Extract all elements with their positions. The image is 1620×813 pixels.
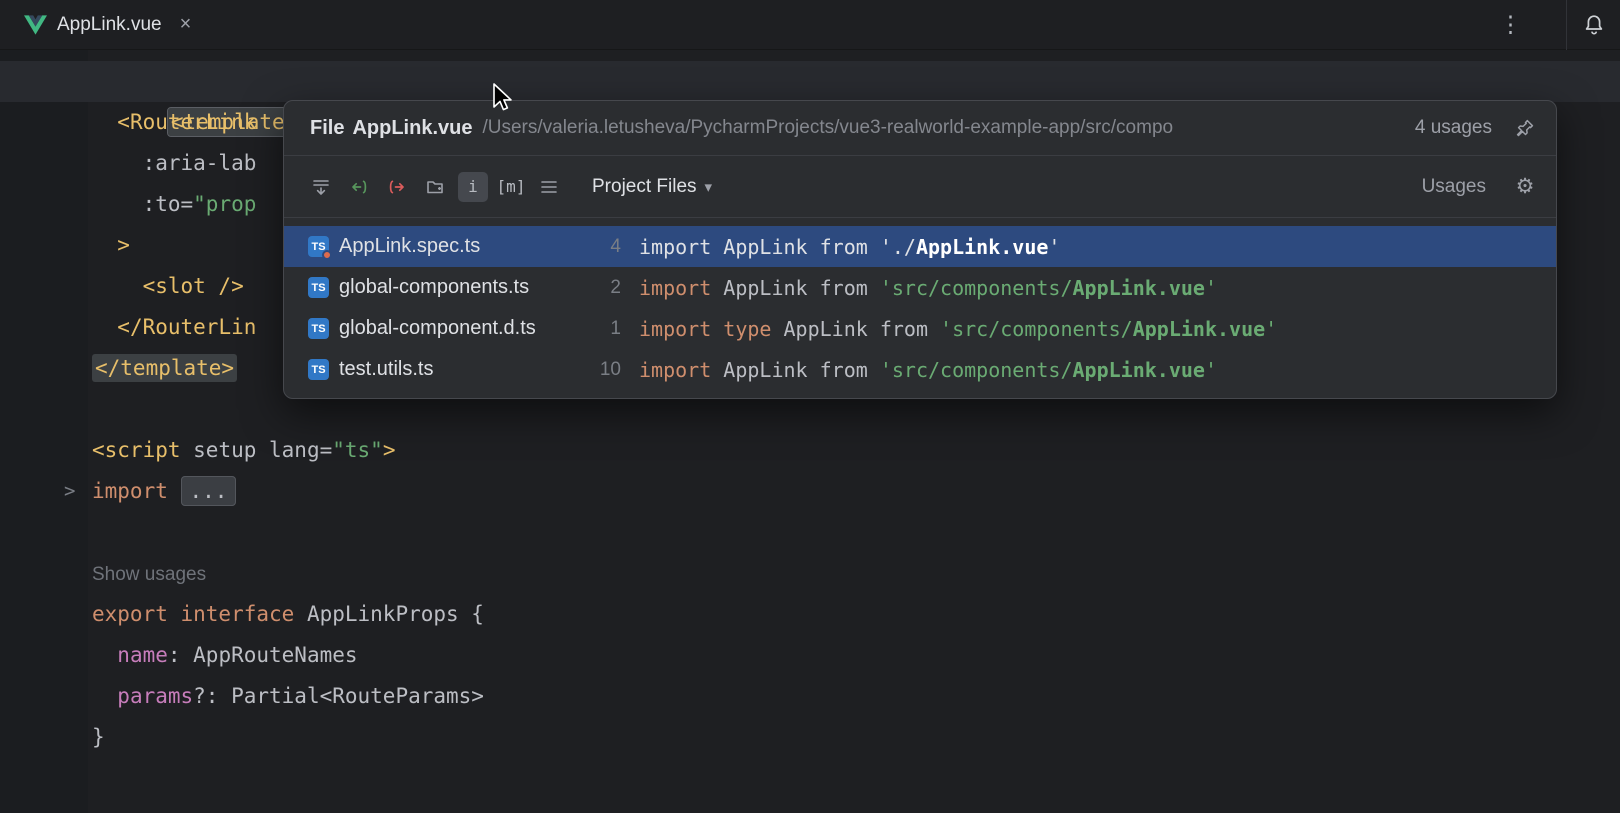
tab-bar: AppLink.vue × ⋮ — [0, 0, 1620, 50]
fold-arrow-icon[interactable]: > — [64, 471, 75, 512]
typescript-file-icon: TS — [308, 277, 329, 298]
jump-to-source-button[interactable] — [306, 172, 336, 202]
usages-tab-label: Usages — [1422, 176, 1486, 198]
popup-header: File AppLink.vue /Users/valeria.letushev… — [284, 101, 1556, 156]
usage-file-name: global-components.ts — [339, 276, 579, 299]
typescript-file-icon: TS — [308, 318, 329, 339]
chevron-down-icon: ▾ — [705, 178, 713, 196]
file-name: AppLink.vue — [352, 117, 472, 140]
file-label: File — [310, 117, 344, 140]
code-line[interactable]: export interface AppLinkProps { — [92, 594, 1620, 635]
show-import-statements-button[interactable]: i — [458, 172, 488, 202]
show-usages-popup: File AppLink.vue /Users/valeria.letushev… — [283, 100, 1557, 399]
usage-code-preview: import AppLink from 'src/components/AppL… — [639, 276, 1217, 300]
usage-count: 2 — [579, 277, 621, 299]
code-line[interactable]: import ... — [92, 471, 1620, 512]
usages-count: 4 usages — [1415, 117, 1492, 139]
code-line[interactable]: <script setup lang="ts"> — [92, 430, 1620, 471]
code-line[interactable]: name: AppRouteNames — [92, 635, 1620, 676]
typescript-file-icon: TS — [308, 359, 329, 380]
show-read-access-button[interactable] — [344, 172, 374, 202]
typescript-test-file-icon: TS — [308, 236, 329, 257]
usage-row-global-component-d[interactable]: TS global-component.d.ts 1 import type A… — [284, 308, 1556, 349]
usage-row-applink-spec[interactable]: TS AppLink.spec.ts 4 import AppLink from… — [284, 226, 1556, 267]
usage-code-preview: import AppLink from 'src/components/AppL… — [639, 358, 1217, 382]
test-badge-icon — [322, 250, 332, 260]
usage-row-test-utils[interactable]: TS test.utils.ts 10 import AppLink from … — [284, 349, 1556, 390]
settings-gear-icon[interactable]: ⚙ — [1510, 172, 1540, 202]
editor-gutter — [0, 50, 88, 813]
usages-list: TS AppLink.spec.ts 4 import AppLink from… — [284, 218, 1556, 398]
scope-selector[interactable]: Project Files ▾ — [592, 176, 712, 198]
tab-close-icon[interactable]: × — [180, 13, 192, 36]
usage-row-global-components[interactable]: TS global-components.ts 2 import AppLink… — [284, 267, 1556, 308]
usage-file-name: test.utils.ts — [339, 358, 579, 381]
code-line[interactable]: params?: Partial<RouteParams> — [92, 676, 1620, 717]
editor-tab-applink-vue[interactable]: AppLink.vue × — [14, 0, 201, 50]
preview-usages-button[interactable] — [534, 172, 564, 202]
tab-title: AppLink.vue — [57, 14, 162, 36]
usage-code-preview: import AppLink from './AppLink.vue' — [639, 235, 1060, 259]
popup-toolbar: i [m] Project Files ▾ Usages ⚙ — [284, 156, 1556, 218]
usage-file-name: AppLink.spec.ts — [339, 235, 579, 258]
usage-code-preview: import type AppLink from 'src/components… — [639, 317, 1277, 341]
show-methods-button[interactable]: [m] — [496, 172, 526, 202]
bell-icon — [1582, 13, 1606, 37]
usage-count: 1 — [579, 318, 621, 340]
more-options-icon[interactable]: ⋮ — [1499, 11, 1522, 38]
code-line[interactable]: } — [92, 717, 1620, 758]
usage-count: 10 — [579, 359, 621, 381]
file-path: /Users/valeria.letusheva/PycharmProjects… — [482, 117, 1400, 139]
usage-count: 4 — [579, 236, 621, 258]
usage-file-name: global-component.d.ts — [339, 317, 579, 340]
notifications-panel[interactable] — [1566, 0, 1620, 50]
group-by-file-structure-button[interactable] — [420, 172, 450, 202]
scope-label: Project Files — [592, 176, 697, 198]
code-line[interactable] — [92, 512, 1620, 553]
code-line-template[interactable]: <template>Show component usages — [0, 61, 1620, 102]
show-write-access-button[interactable] — [382, 172, 412, 202]
vue-logo-icon — [24, 15, 47, 35]
pin-button[interactable] — [1510, 113, 1540, 143]
code-line[interactable]: Show usages — [92, 553, 1620, 594]
